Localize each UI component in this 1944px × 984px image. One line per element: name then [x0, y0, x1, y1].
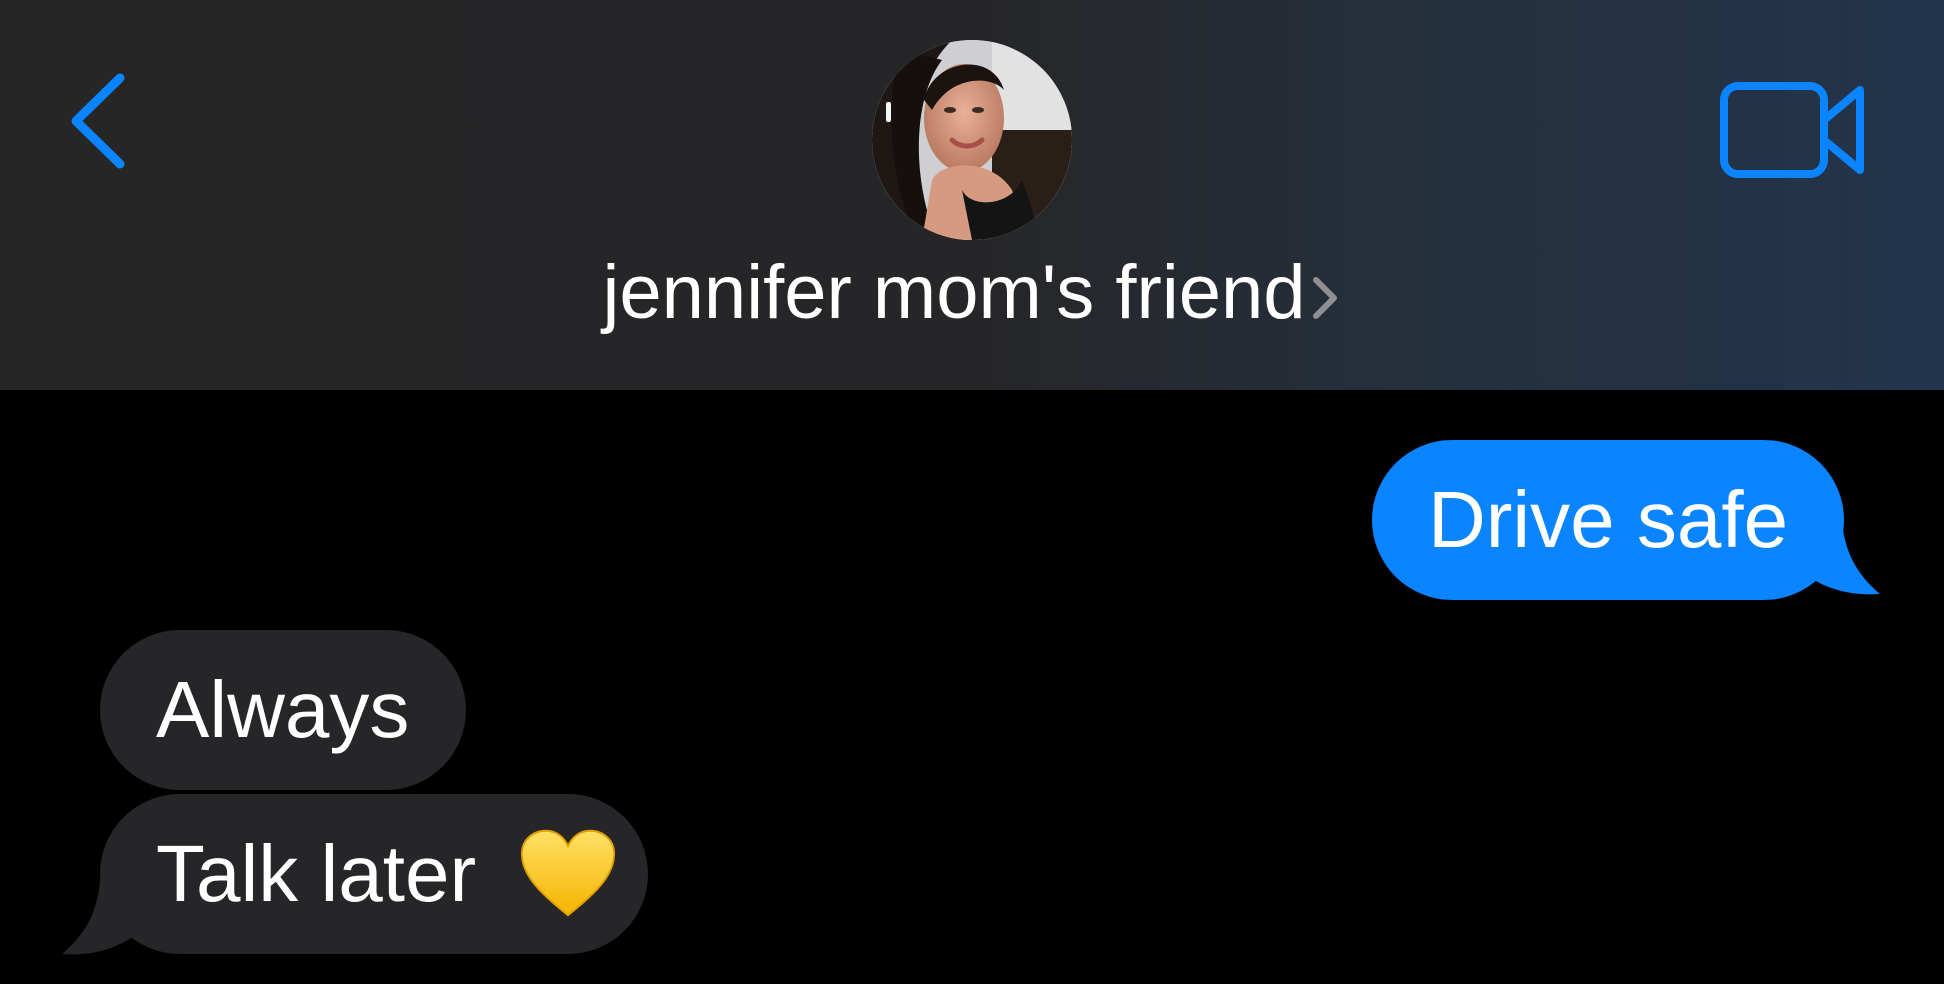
- message-bubble-incoming[interactable]: Talk later: [100, 794, 648, 954]
- contact-name: jennifer mom's friend: [602, 250, 1306, 335]
- message-text: Drive safe: [1427, 475, 1789, 564]
- contact-details-button[interactable]: jennifer mom's friend: [0, 248, 1944, 338]
- back-button[interactable]: [60, 66, 140, 176]
- avatar-photo: [872, 40, 1072, 240]
- imessage-conversation-screen: jennifer mom's friend Drive safe Always …: [0, 0, 1944, 984]
- video-camera-icon: [1720, 82, 1864, 178]
- conversation-header: jennifer mom's friend: [0, 0, 1944, 390]
- yellow-heart-icon: [521, 829, 616, 917]
- message-text: Talk later: [156, 829, 477, 918]
- message-bubble-outgoing[interactable]: Drive safe: [1372, 440, 1844, 600]
- message-list: Drive safe Always Talk later: [0, 390, 1944, 984]
- contact-avatar[interactable]: [872, 40, 1072, 240]
- message-text: Always: [156, 665, 410, 754]
- facetime-video-button[interactable]: [1718, 80, 1868, 180]
- message-bubble-incoming[interactable]: Always: [100, 630, 466, 790]
- chevron-left-icon: [71, 73, 125, 169]
- chevron-right-icon: [1312, 277, 1337, 319]
